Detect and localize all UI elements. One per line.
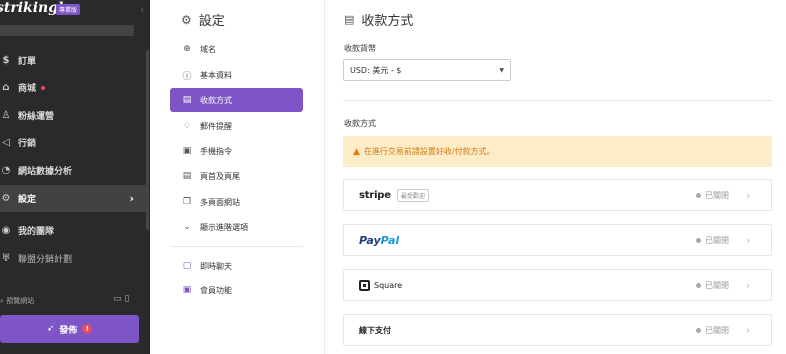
sidebar-item-marketing[interactable]: ◁ 行銷 <box>0 129 146 156</box>
publish-button[interactable]: ➶ 發佈 ! <box>0 315 139 343</box>
store-icon: ⌂ <box>2 82 10 93</box>
monitor-icon[interactable]: ▭ ▯ <box>113 294 129 304</box>
credit-card-icon: ▤ <box>344 13 355 26</box>
square-icon <box>359 279 370 291</box>
bell-icon: ♢ <box>182 121 192 131</box>
sidebar-item-label: 商城 <box>18 84 37 94</box>
status-badge: 已關閉 <box>696 225 729 255</box>
credit-card-icon: ▤ <box>182 95 192 105</box>
sidebar-item-affiliate[interactable]: ♅ 聯盟分銷計劃 <box>0 245 146 272</box>
sidebar-item-team[interactable]: ◉ 我的團隊 <box>0 217 146 244</box>
status-badge: 已關閉 <box>696 270 729 300</box>
sidebar-item-label: 行銷 <box>18 139 37 149</box>
settings-item-basic-info[interactable]: ⓘ 基本資料 <box>170 63 303 87</box>
settings-item-payment[interactable]: ▤ 收款方式 <box>170 88 303 112</box>
dropdown-arrow-icon: ▼ <box>499 66 504 74</box>
payment-settings-panel: ▤ 收款方式 收款貨幣 USD: 美元 - $ ▼ 收款方式 ▲ 在進行交易前請… <box>326 0 786 354</box>
trophy-icon: ♅ <box>1 253 11 264</box>
sidebar-item-label: 聯盟分銷計劃 <box>18 255 73 265</box>
chevron-down-icon: ⌄ <box>183 222 191 232</box>
sidebar-item-label: 網站數據分析 <box>18 167 73 177</box>
payment-provider-offline[interactable]: 線下支付 已關閉 › <box>343 314 772 346</box>
globe-icon: ⊕ <box>183 44 191 54</box>
sidebar-item-orders[interactable]: $ 訂單 <box>0 47 146 74</box>
payment-methods-label: 收款方式 <box>344 119 376 128</box>
settings-item-domain[interactable]: ⊕ 域名 <box>170 37 303 61</box>
sidebar-item-fans[interactable]: ♙ 粉絲運營 <box>0 102 146 129</box>
megaphone-icon: ◁ <box>2 137 10 148</box>
divider <box>170 246 303 247</box>
sidebar-item-analytics[interactable]: ◔ 網站數據分析 <box>0 157 146 184</box>
settings-item-mobile[interactable]: ▣ 手機指令 <box>170 139 303 163</box>
settings-item-live-chat[interactable]: ▢ 即時聊天 <box>170 254 303 278</box>
status-badge: 已關閉 <box>696 180 729 210</box>
chevron-right-icon: › <box>129 192 134 205</box>
sidebar: strikingly 專業版 ‹ $ 訂單 ⌂ 商城 ♙ 粉絲運營 ◁ 行銷 ◔… <box>0 0 150 354</box>
users-icon: ♙ <box>1 110 11 121</box>
settings-item-membership[interactable]: ▣ 會員功能 <box>170 278 303 302</box>
payment-provider-square[interactable]: Square 已關閉 › <box>343 269 772 301</box>
chevron-left-icon[interactable]: ‹ <box>140 3 144 16</box>
square-logo: Square <box>359 279 402 291</box>
layout-icon: ▤ <box>182 171 192 181</box>
rocket-icon: ➶ <box>46 324 55 334</box>
preview-site-link[interactable]: ⌕ 預覽網站 <box>0 296 34 306</box>
chevron-right-icon: › <box>746 233 751 247</box>
page-title: ▤ 收款方式 <box>344 13 414 29</box>
sidebar-item-label: 設定 <box>18 195 37 205</box>
settings-item-advanced[interactable]: ⌄ 顯示進階選項 <box>170 215 303 239</box>
warning-badge: ! <box>82 324 93 334</box>
sidebar-item-store[interactable]: ⌂ 商城 <box>0 74 146 101</box>
info-icon: ⓘ <box>182 71 192 82</box>
chevron-right-icon: › <box>746 188 751 202</box>
team-icon: ◉ <box>1 225 11 236</box>
offline-payment-label: 線下支付 <box>359 325 391 335</box>
pages-icon: ❐ <box>182 197 192 207</box>
paypal-logo: PayPal <box>359 233 400 247</box>
payment-provider-stripe[interactable]: stripe 最受歡迎 已關閉 › <box>343 179 772 211</box>
sidebar-item-label: 我的團隊 <box>18 227 55 237</box>
chevron-right-icon: › <box>746 278 751 292</box>
chart-pie-icon: ◔ <box>1 165 11 176</box>
pro-badge: 專業版 <box>56 4 81 15</box>
chevron-right-icon: › <box>746 323 751 337</box>
currency-label: 收款貨幣 <box>344 44 376 53</box>
payment-provider-paypal[interactable]: PayPal 已關閉 › <box>343 224 772 256</box>
settings-item-header-footer[interactable]: ▤ 頁首及頁尾 <box>170 164 303 188</box>
divider <box>343 100 772 101</box>
gear-icon: ⚙ <box>1 193 11 204</box>
phone-icon: ▣ <box>182 146 192 156</box>
settings-menu: ⚙ 設定 ⊕ 域名 ⓘ 基本資料 ▤ 收款方式 ♢ 郵件提醒 ▣ 手機指令 ▤ 頁首及頁尾 … <box>150 0 325 354</box>
status-badge: 已關閉 <box>696 315 729 345</box>
warning-icon: ▲ <box>353 146 360 157</box>
currency-select[interactable]: USD: 美元 - $ ▼ <box>343 59 511 81</box>
settings-title: ⚙ 設定 <box>181 12 225 30</box>
sidebar-item-label: 粉絲運營 <box>18 112 55 122</box>
popular-tag: 最受歡迎 <box>396 188 429 202</box>
warning-alert: ▲ 在進行交易前請設置好收/付款方式。 <box>343 136 772 167</box>
settings-item-email[interactable]: ♢ 郵件提醒 <box>170 114 303 138</box>
settings-item-multipage[interactable]: ❐ 多頁面網站 <box>170 190 303 214</box>
member-icon: ▣ <box>182 285 192 295</box>
stripe-logo: stripe <box>359 189 391 201</box>
chat-icon: ▢ <box>182 261 192 271</box>
sidebar-scrollbar[interactable] <box>146 50 149 230</box>
dollar-circle-icon: $ <box>2 55 10 66</box>
site-selector[interactable] <box>0 25 134 36</box>
notification-dot <box>41 85 46 90</box>
gear-icon: ⚙ <box>181 12 192 27</box>
sidebar-item-settings[interactable]: ⚙ 設定 › <box>0 185 146 212</box>
sidebar-item-label: 訂單 <box>18 57 37 67</box>
